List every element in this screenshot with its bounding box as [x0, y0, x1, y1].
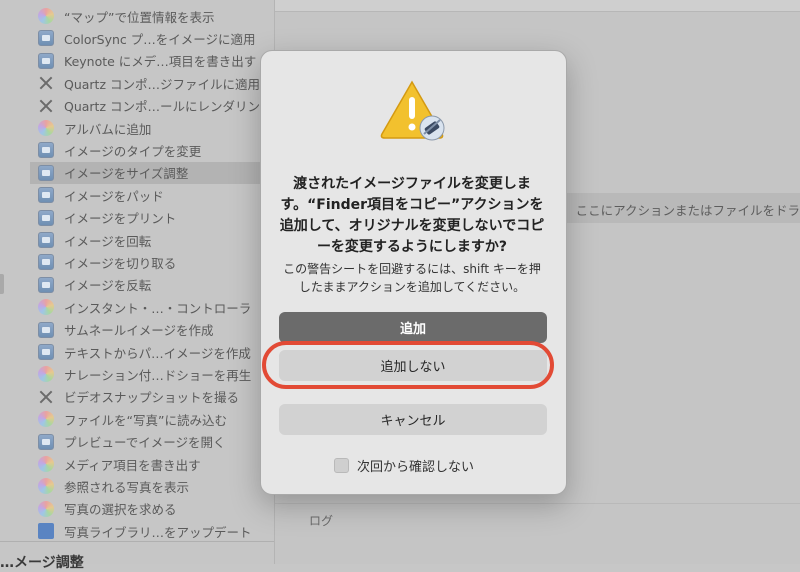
sidebar-action-item[interactable]: “マップ”で位置情報を表示 — [38, 5, 266, 27]
sidebar-action-item[interactable]: イメージをプリント — [38, 207, 266, 229]
drop-hint-text: ここにアクションまたはファイルをドラ — [575, 203, 800, 218]
sidebar-resize-marker[interactable] — [0, 274, 4, 294]
sidebar-action-label: Quartz コンポ…ジファイルに適用 — [64, 76, 260, 92]
sidebar-action-label: 参照される写真を表示 — [64, 479, 190, 495]
log-label: ログ — [309, 514, 334, 528]
workflow-toolbar-strip — [275, 0, 800, 12]
preview-icon — [38, 433, 54, 450]
automator-badge-icon — [419, 115, 445, 141]
photos-icon — [38, 456, 54, 472]
sidebar-action-item[interactable]: プレビューでイメージを開く — [38, 431, 266, 453]
sidebar-action-item[interactable]: イメージのタイプを変更 — [38, 139, 266, 161]
sidebar-action-item[interactable]: 参照される写真を表示 — [38, 475, 266, 497]
cancel-button[interactable]: キャンセル — [279, 404, 547, 435]
preview-icon — [38, 52, 54, 69]
sidebar-action-item[interactable]: 写真ライブラリ…をアップデート — [38, 520, 266, 542]
sidebar-action-item[interactable]: イメージをサイズ調整 — [30, 161, 270, 184]
sidebar-action-label: イメージを反転 — [64, 278, 152, 294]
photos-icon — [38, 8, 54, 24]
dont-ask-again-label[interactable]: 次回から確認しない — [357, 456, 474, 475]
sidebar-action-item[interactable]: Quartz コンポ…ジファイルに適用 — [38, 72, 266, 94]
sidebar-action-label: アルバムに追加 — [64, 121, 152, 137]
tools-icon — [38, 389, 54, 405]
sidebar-action-item[interactable]: ファイルを“写真”に読み込む — [38, 408, 266, 430]
preview-icon — [38, 276, 54, 293]
sidebar-action-item[interactable]: インスタント・…・コントローラ — [38, 296, 266, 318]
dialog-title: 渡されたイメージファイルを変更します。“Finder項目をコピー”アクションを追… — [279, 176, 545, 255]
sidebar-action-item[interactable]: イメージを切り取る — [38, 251, 266, 273]
sidebar-action-label: イメージをパッド — [64, 188, 164, 204]
sidebar-action-label: イメージを切り取る — [64, 255, 177, 271]
sidebar-action-label: ColorSync プ…をイメージに適用 — [64, 31, 256, 47]
sidebar-action-label: Quartz コンポ…ールにレンダリング — [64, 99, 273, 115]
sidebar-action-item[interactable]: アルバムに追加 — [38, 117, 266, 139]
log-divider — [275, 503, 800, 504]
sidebar-action-label: ビデオスナップショットを撮る — [64, 390, 240, 406]
dont-ask-again-checkbox[interactable] — [334, 458, 349, 473]
warning-automator-icon — [380, 80, 445, 141]
sidebar-action-label: イメージをサイズ調整 — [64, 166, 189, 182]
photos-icon — [38, 500, 54, 517]
photos-icon — [38, 120, 54, 136]
sidebar-section-heading: …メージ調整 — [0, 555, 84, 571]
sidebar-action-label: ナレーション付…ドショーを再生 — [64, 367, 252, 383]
sidebar-action-label: イメージを回転 — [64, 233, 152, 249]
dont-ask-again-row[interactable]: 次回から確認しない — [334, 456, 474, 475]
sidebar-action-item[interactable]: テキストからパ…イメージを作成 — [38, 341, 266, 363]
preview-icon — [38, 254, 54, 271]
sidebar-action-item[interactable]: ナレーション付…ドショーを再生 — [38, 363, 266, 385]
add-button[interactable]: 追加 — [279, 312, 547, 343]
sidebar-action-item[interactable]: ColorSync プ…をイメージに適用 — [38, 27, 266, 49]
tools-icon — [38, 75, 54, 91]
sidebar-action-item[interactable]: 写真の選択を求める — [38, 498, 266, 520]
tools-icon — [38, 98, 54, 114]
action-library-sidebar: “マップ”で位置情報を表示 ColorSync プ…をイメージに適用 Keynote… — [0, 0, 275, 571]
preview-icon — [38, 30, 54, 47]
sidebar-action-item[interactable]: ビデオスナップショットを撮る — [38, 386, 266, 408]
preview-icon — [38, 142, 54, 159]
sidebar-action-label: “マップ”で位置情報を表示 — [64, 9, 215, 25]
preview-icon — [38, 187, 54, 204]
sidebar-action-item[interactable]: Keynote にメデ…項目を書き出す — [38, 50, 266, 72]
sidebar-action-label: 写真の選択を求める — [64, 502, 177, 518]
sidebar-action-item[interactable]: サムネールイメージを作成 — [38, 319, 266, 341]
dialog-description: この警告シートを回避するには、shift キーを押したままアクションを追加してく… — [283, 262, 541, 294]
sidebar-action-label: イメージをプリント — [64, 211, 177, 227]
preview-icon — [38, 344, 54, 360]
photos-icon — [38, 299, 54, 316]
sidebar-action-label: ファイルを“写真”に読み込む — [64, 412, 227, 428]
photos-icon — [38, 411, 54, 428]
preview-icon — [38, 232, 54, 248]
sidebar-action-label: サムネールイメージを作成 — [64, 323, 214, 339]
sidebar-action-label: Keynote にメデ…項目を書き出す — [64, 54, 257, 70]
photos-icon — [38, 478, 54, 495]
sidebar-action-label: メディア項目を書き出す — [64, 457, 201, 473]
sidebar-action-label: イメージのタイプを変更 — [64, 143, 202, 159]
dont-add-highlight-ring — [262, 341, 554, 389]
sidebar-divider — [0, 541, 274, 542]
sidebar-action-item[interactable]: イメージを回転 — [38, 229, 266, 251]
keynote-icon — [38, 523, 54, 540]
sidebar-action-item[interactable]: イメージを反転 — [38, 274, 266, 296]
preview-icon — [38, 321, 54, 338]
sidebar-action-label: インスタント・…・コントローラ — [64, 300, 252, 316]
sidebar-action-item[interactable]: メディア項目を書き出す — [38, 453, 266, 475]
photos-icon — [38, 366, 54, 383]
sidebar-action-item[interactable]: Quartz コンポ…ールにレンダリング — [38, 95, 273, 117]
preview-icon — [38, 209, 54, 226]
sidebar-action-label: 写真ライブラリ…をアップデート — [64, 524, 252, 540]
sidebar-action-item[interactable]: イメージをパッド — [38, 184, 266, 206]
sidebar-action-label: テキストからパ…イメージを作成 — [64, 345, 251, 361]
sidebar-action-label: プレビューでイメージを開く — [64, 435, 226, 451]
preview-icon — [38, 164, 54, 181]
